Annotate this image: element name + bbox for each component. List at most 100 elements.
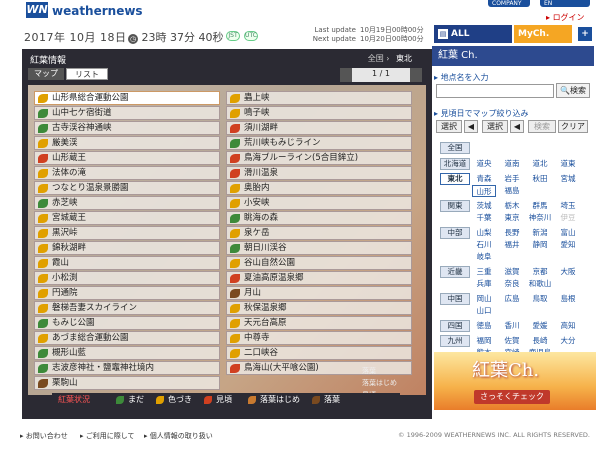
prefecture-link[interactable]: 道央 <box>472 158 496 170</box>
tab-all-channel[interactable]: ▤ALL Channel <box>434 25 512 57</box>
pager-next-button[interactable] <box>410 68 422 82</box>
prefecture-link[interactable]: 山口 <box>472 305 496 317</box>
login-link[interactable]: ▸ ログイン <box>546 12 585 23</box>
search-button[interactable]: 🔍検索 <box>556 83 590 98</box>
prefecture-link[interactable]: 埼玉 <box>556 200 580 212</box>
spot-item[interactable]: 中尊寺 <box>226 331 412 345</box>
prefecture-link[interactable]: 神奈川 <box>528 212 552 224</box>
prefecture-link[interactable]: 岐阜 <box>472 251 496 263</box>
spot-item[interactable]: あづま総合運動公園 <box>34 331 220 345</box>
prefecture-link[interactable]: 滋賀 <box>500 266 524 278</box>
spot-item[interactable]: 霞山 <box>34 256 220 270</box>
arrow-left-icon[interactable]: ◀ <box>464 120 478 133</box>
spot-item[interactable]: 鳴子峡 <box>226 106 412 120</box>
prefecture-link[interactable]: 高知 <box>556 320 580 332</box>
prefecture-link[interactable]: 群馬 <box>528 200 552 212</box>
search-input[interactable] <box>436 84 554 98</box>
prefecture-link[interactable]: 栃木 <box>500 200 524 212</box>
spot-item[interactable]: 山形蔵王 <box>34 151 220 165</box>
spot-item[interactable]: 天元台高原 <box>226 316 412 330</box>
spot-item[interactable]: 黒沢峠 <box>34 226 220 240</box>
timezone-chip-jst[interactable]: JST <box>226 31 240 41</box>
prefecture-link[interactable]: 道北 <box>528 158 552 170</box>
footer-contact-link[interactable]: ▸ お問い合わせ <box>20 431 68 441</box>
koyo-channel-banner[interactable]: 紅葉Ch. さっそくチェック <box>434 352 596 410</box>
region-5[interactable]: 中国 <box>440 293 470 305</box>
prefecture-link[interactable]: 茨城 <box>472 200 496 212</box>
spot-item[interactable]: 山形県総合運動公園 <box>34 91 220 105</box>
prefecture-link[interactable]: 道南 <box>500 158 524 170</box>
spot-item[interactable]: 月山 <box>226 286 412 300</box>
spot-item[interactable]: 須川湖畔 <box>226 121 412 135</box>
spot-item[interactable]: 厳美渓 <box>34 136 220 150</box>
prefecture-link[interactable]: 道東 <box>556 158 580 170</box>
pager-prev-button[interactable] <box>340 68 352 82</box>
region-3[interactable]: 中部 <box>440 227 470 239</box>
prefecture-link[interactable]: 大分 <box>556 335 580 347</box>
prefecture-link[interactable]: 富山 <box>556 227 580 239</box>
prefecture-link[interactable]: 大阪 <box>556 266 580 278</box>
prefecture-link[interactable]: 愛媛 <box>528 320 552 332</box>
spot-item[interactable]: もみじ公園 <box>34 316 220 330</box>
clear-button[interactable]: クリア <box>558 120 588 133</box>
prefecture-link[interactable]: 石川 <box>472 239 496 251</box>
spot-item[interactable]: 二口峡谷 <box>226 346 412 360</box>
arrow-left-icon-2[interactable]: ◀ <box>510 120 524 133</box>
prefecture-link[interactable]: 静岡 <box>528 239 552 251</box>
prefecture-link[interactable]: 長崎 <box>528 335 552 347</box>
tab-list[interactable]: リスト <box>66 68 108 80</box>
spot-item[interactable]: 奥胎内 <box>226 181 412 195</box>
prefecture-link[interactable]: 千葉 <box>472 212 496 224</box>
logo-text[interactable]: weathernews <box>52 4 143 18</box>
spot-item[interactable]: 滑川温泉 <box>226 166 412 180</box>
spot-item[interactable]: 栗駒山 <box>34 376 220 390</box>
prefecture-link[interactable]: 京都 <box>528 266 552 278</box>
prefecture-link[interactable]: 兵庫 <box>472 278 496 290</box>
select-button-2[interactable]: 選択 <box>482 120 508 133</box>
spot-item[interactable]: 槻形山藍 <box>34 346 220 360</box>
region-7[interactable]: 九州 <box>440 335 470 347</box>
tab-map[interactable]: マップ <box>28 68 64 80</box>
prefecture-link[interactable]: 香川 <box>500 320 524 332</box>
prefecture-link[interactable]: 佐賀 <box>500 335 524 347</box>
prefecture-link[interactable]: 福井 <box>500 239 524 251</box>
prefecture-link[interactable]: 岩手 <box>500 173 524 185</box>
prefecture-link[interactable]: 奈良 <box>500 278 524 290</box>
spot-item[interactable]: 錦秋湖畔 <box>34 241 220 255</box>
filter-search-button[interactable]: 検索 <box>528 120 556 133</box>
prefecture-link[interactable]: 山形 <box>472 185 496 197</box>
spot-item[interactable]: 志波彦神社・鹽竈神社境内 <box>34 361 220 375</box>
spot-item[interactable]: 荒川峡もみじライン <box>226 136 412 150</box>
spot-item[interactable]: 小安峡 <box>226 196 412 210</box>
tab-my-channel[interactable]: MyCh. <box>514 25 572 43</box>
timezone-chip-utc[interactable]: UTC <box>244 31 258 41</box>
spot-item[interactable]: 谷山自然公園 <box>226 256 412 270</box>
prefecture-link[interactable]: 福岡 <box>472 335 496 347</box>
region-1[interactable]: 東北 <box>440 173 470 185</box>
english-link[interactable]: EN <box>540 0 590 7</box>
select-button-1[interactable]: 選択 <box>436 120 462 133</box>
prefecture-link[interactable]: 愛知 <box>556 239 580 251</box>
spot-item[interactable]: つなとり温泉景勝園 <box>34 181 220 195</box>
spot-item[interactable]: 夏油高原温泉郷 <box>226 271 412 285</box>
company-link[interactable]: COMPANY <box>488 0 530 7</box>
logo-mark[interactable]: WN <box>26 2 48 18</box>
banner-check-button[interactable]: さっそくチェック <box>474 390 550 404</box>
region-6[interactable]: 四国 <box>440 320 470 332</box>
region-0[interactable]: 北海道 <box>440 158 470 170</box>
spot-item[interactable]: 宮城蔵王 <box>34 211 220 225</box>
prefecture-link[interactable]: 徳島 <box>472 320 496 332</box>
spot-item[interactable]: 円通院 <box>34 286 220 300</box>
prefecture-link[interactable]: 島根 <box>556 293 580 305</box>
spot-item[interactable]: 鳥海ブルーライン(5合目鉾立) <box>226 151 412 165</box>
prefecture-link[interactable]: 広島 <box>500 293 524 305</box>
prefecture-link[interactable]: 鳥取 <box>528 293 552 305</box>
spot-item[interactable]: 眺海の森 <box>226 211 412 225</box>
spot-item[interactable]: 小松渕 <box>34 271 220 285</box>
spot-item[interactable]: 山中七ケ宿街道 <box>34 106 220 120</box>
region-4[interactable]: 近畿 <box>440 266 470 278</box>
spot-item[interactable]: 赤芝峡 <box>34 196 220 210</box>
prefecture-link[interactable]: 新潟 <box>528 227 552 239</box>
spot-item[interactable]: 朝日川渓谷 <box>226 241 412 255</box>
breadcrumb-all[interactable]: 全国 <box>368 54 384 63</box>
